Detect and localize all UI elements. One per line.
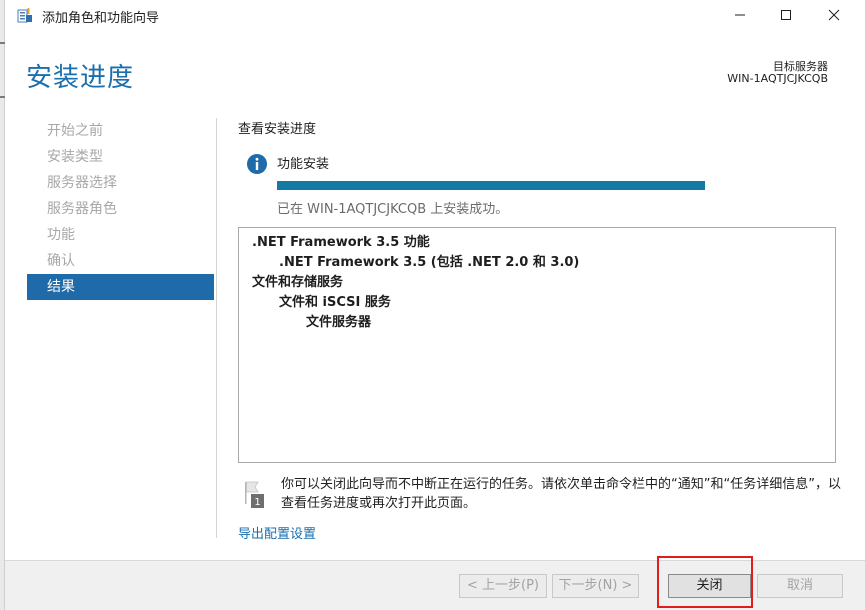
nav-item-server-selection[interactable]: 服务器选择 — [27, 170, 214, 196]
edge-mark — [0, 42, 5, 44]
result-item: 文件和 iSCSI 服务 — [279, 295, 391, 310]
minimize-button[interactable] — [717, 0, 763, 30]
desktop-edge — [0, 0, 5, 610]
minimize-icon — [735, 14, 745, 16]
close-icon — [828, 9, 840, 21]
install-progress-fill — [277, 181, 705, 190]
nav-item-features[interactable]: 功能 — [27, 222, 214, 248]
maximize-button[interactable] — [763, 0, 809, 30]
close-button-highlight — [657, 556, 753, 608]
next-button[interactable]: 下一步(N) > — [552, 574, 639, 598]
feature-install-label: 功能安装 — [277, 157, 330, 172]
window-title: 添加角色和功能向导 — [42, 11, 160, 26]
notification-flag-icon: 1 — [242, 480, 266, 510]
nav-item-installation-type[interactable]: 安装类型 — [27, 144, 214, 170]
export-configuration-link[interactable]: 导出配置设置 — [238, 523, 316, 542]
install-status-text: 已在 WIN-1AQTJCJKCQB 上安装成功。 — [277, 202, 509, 217]
nav-divider — [216, 118, 217, 538]
info-icon — [246, 153, 268, 175]
maximize-icon — [781, 10, 791, 20]
server-manager-app-icon — [17, 7, 33, 23]
cancel-button[interactable]: 取消 — [757, 574, 843, 598]
install-progress-bar — [277, 181, 705, 190]
window-close-button[interactable] — [811, 0, 857, 30]
notification-count: 1 — [254, 497, 260, 508]
result-item: .NET Framework 3.5 功能 — [252, 235, 430, 250]
section-title: 查看安装进度 — [238, 122, 317, 137]
nav-item-server-roles[interactable]: 服务器角色 — [27, 196, 214, 222]
close-wizard-note: 你可以关闭此向导而不中断正在运行的任务。请依次单击命令栏中的“通知”和“任务详细… — [281, 477, 841, 511]
nav-item-before-you-begin[interactable]: 开始之前 — [27, 118, 214, 144]
result-item: 文件服务器 — [306, 315, 372, 330]
nav-item-results[interactable]: 结果 — [27, 274, 214, 300]
title-bar[interactable]: 添加角色和功能向导 — [5, 0, 865, 30]
page-title: 安装进度 — [26, 63, 135, 93]
nav-item-confirmation[interactable]: 确认 — [27, 248, 214, 274]
result-item: 文件和存储服务 — [252, 275, 344, 290]
edge-mark — [0, 96, 5, 98]
wizard-nav: 开始之前 安装类型 服务器选择 服务器角色 功能 确认 结果 — [27, 118, 214, 300]
results-list[interactable]: .NET Framework 3.5 功能 .NET Framework 3.5… — [238, 227, 836, 463]
result-item: .NET Framework 3.5 (包括 .NET 2.0 和 3.0) — [279, 255, 580, 270]
target-server-name: WIN-1AQTJCJKCQB — [727, 72, 828, 85]
previous-button[interactable]: < 上一步(P) — [459, 574, 547, 598]
